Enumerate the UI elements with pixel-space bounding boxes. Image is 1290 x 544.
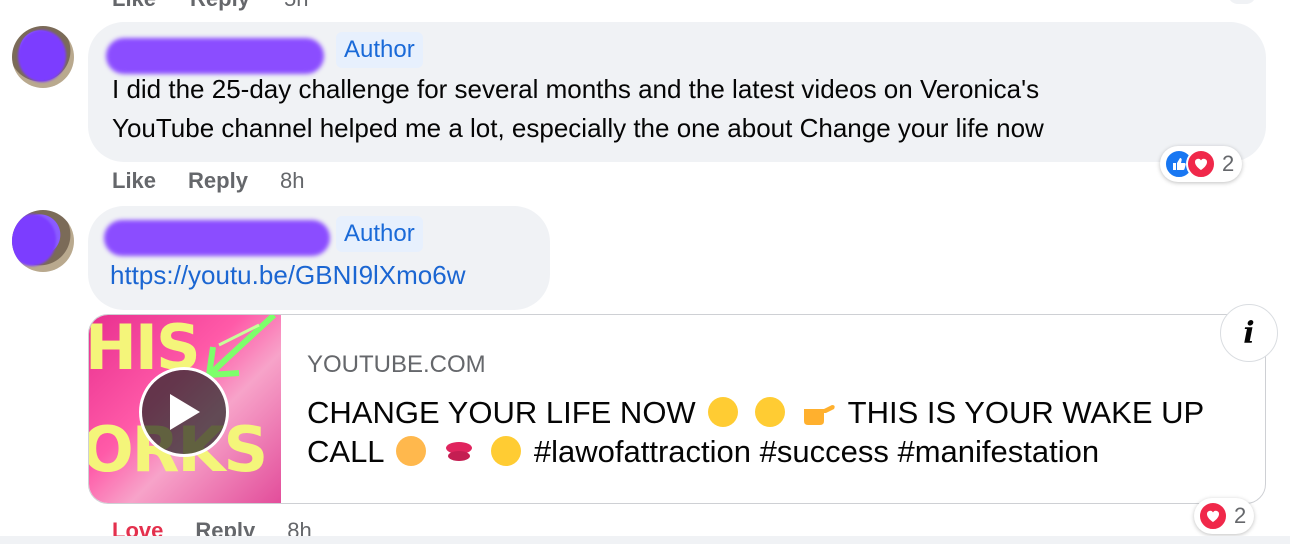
reaction-summary[interactable]: 2 bbox=[1160, 146, 1243, 182]
author-badge: Author bbox=[336, 216, 423, 252]
comment-bubble: Author https://youtu.be/GBNI9lXmo6w bbox=[88, 206, 550, 310]
avatar[interactable] bbox=[12, 26, 74, 88]
preview-title-text: CALL bbox=[307, 434, 384, 469]
love-icon bbox=[1198, 501, 1228, 531]
preview-title-text: CHANGE YOUR LIFE NOW bbox=[307, 395, 696, 430]
comment-link[interactable]: https://youtu.be/GBNI9lXmo6w bbox=[110, 260, 466, 291]
preview-domain: YOUTUBE.COM bbox=[307, 351, 486, 378]
bottom-divider bbox=[0, 536, 1290, 544]
reply-button[interactable]: Reply bbox=[188, 168, 248, 194]
preview-title-text: THIS IS YOUR WAKE UP bbox=[847, 395, 1205, 430]
comment-actions: Like Reply 8h bbox=[112, 168, 304, 194]
comment-timestamp: 5h bbox=[284, 0, 308, 12]
avatar[interactable] bbox=[12, 210, 74, 272]
reply-button[interactable]: Reply bbox=[190, 0, 250, 12]
author-badge: Author bbox=[336, 32, 423, 68]
heart-eyes-emoji bbox=[491, 436, 522, 466]
video-thumbnail[interactable]: HIS ORKS bbox=[89, 315, 281, 503]
star-struck-emoji bbox=[754, 397, 785, 427]
like-button[interactable]: Like bbox=[112, 0, 156, 12]
like-button[interactable]: Like bbox=[112, 168, 156, 194]
redacted-author-name bbox=[104, 220, 330, 256]
comment-timestamp: 8h bbox=[279, 168, 305, 193]
comment-bubble: Author I did the 25-day challenge for se… bbox=[88, 22, 1266, 162]
link-preview-card[interactable]: HIS ORKS YOUTUBE.COM CHANGE YOUR LIFE NO… bbox=[88, 314, 1266, 504]
comment-text-line: I did the 25-day challenge for several m… bbox=[112, 74, 1040, 104]
love-icon bbox=[1186, 149, 1216, 179]
preview-title-text: #lawofattraction #success #manifestation bbox=[533, 434, 1100, 469]
reaction-count: 2 bbox=[1222, 151, 1235, 176]
info-icon[interactable]: i bbox=[1220, 304, 1278, 362]
smiling-face-with-hearts-emoji bbox=[396, 436, 427, 466]
astonished-face-emoji bbox=[708, 397, 739, 427]
previous-comment-actions: Like Reply 5h bbox=[112, 0, 308, 12]
play-icon[interactable] bbox=[139, 367, 229, 457]
reaction-count: 2 bbox=[1234, 503, 1247, 528]
avatar-redaction bbox=[12, 214, 56, 266]
reaction-summary[interactable]: 2 bbox=[1194, 498, 1255, 534]
previous-reaction-pill[interactable] bbox=[1228, 0, 1256, 4]
avatar-redaction bbox=[18, 30, 66, 82]
comment-text-line: YouTube channel helped me a lot, especia… bbox=[112, 113, 1044, 143]
pointing-right-emoji bbox=[802, 397, 836, 427]
kiss-mark-emoji bbox=[443, 436, 475, 466]
preview-title[interactable]: CHANGE YOUR LIFE NOW THIS IS YOUR WAKE U… bbox=[307, 393, 1227, 471]
redacted-author-name bbox=[106, 38, 324, 74]
